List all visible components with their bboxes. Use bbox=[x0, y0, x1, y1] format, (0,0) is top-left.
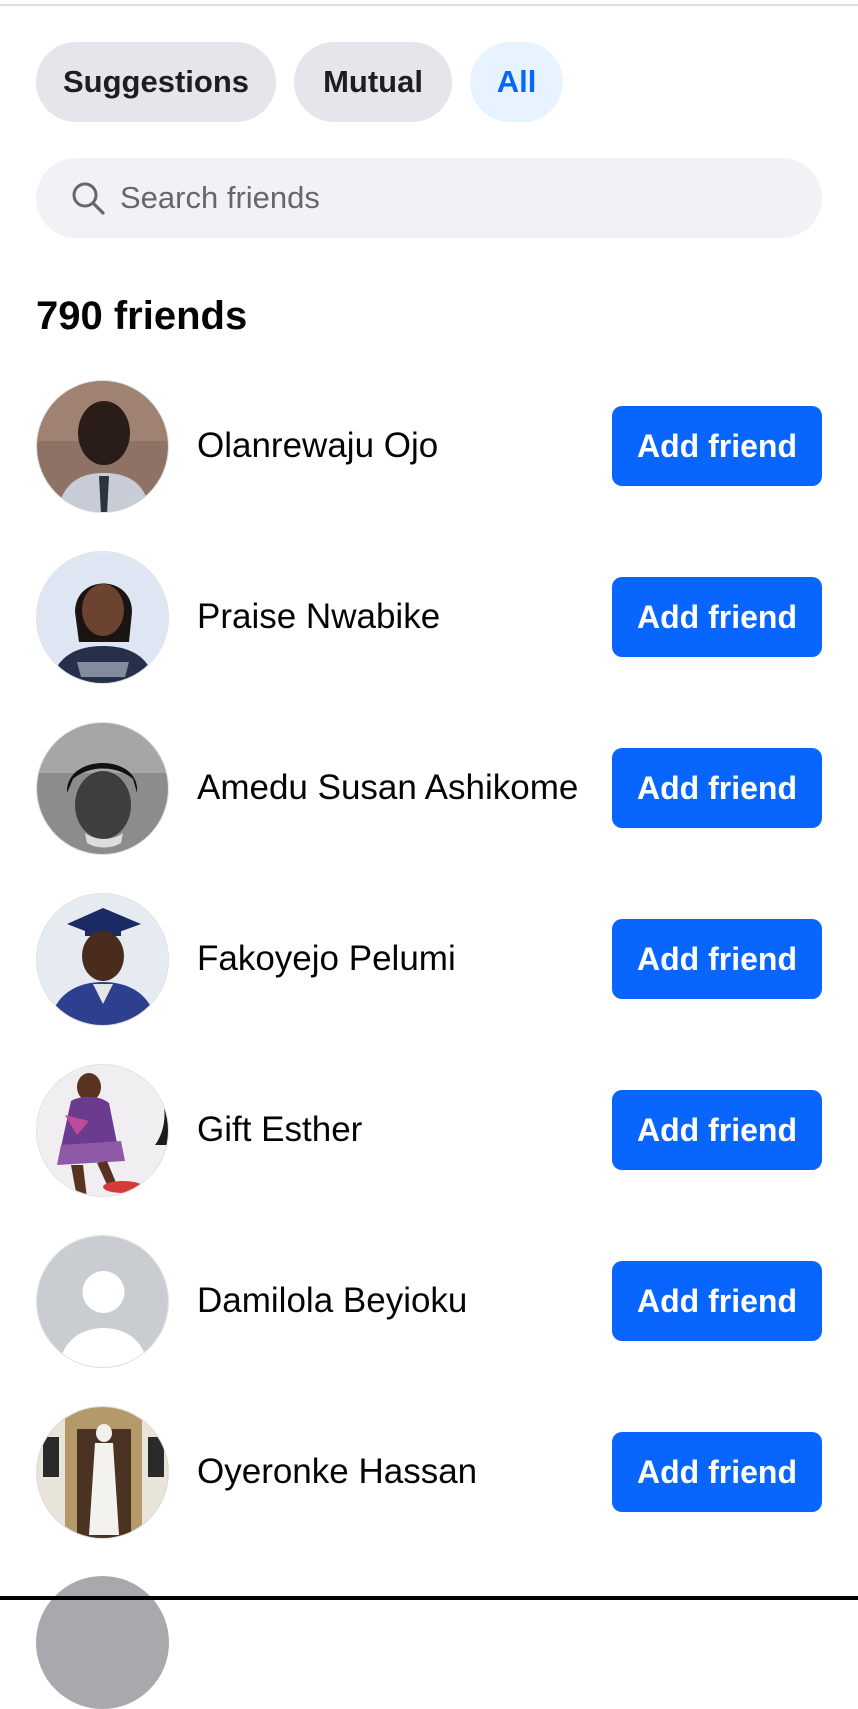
friend-row: Amedu Susan Ashikome Add friend bbox=[0, 722, 858, 893]
add-friend-button[interactable]: Add friend bbox=[612, 406, 822, 486]
friend-name[interactable]: Oyeronke Hassan bbox=[197, 1450, 587, 1494]
filter-chips: Suggestions Mutual All bbox=[36, 42, 563, 122]
add-friend-button[interactable]: Add friend bbox=[612, 919, 822, 999]
add-friend-button[interactable]: Add friend bbox=[612, 748, 822, 828]
avatar[interactable] bbox=[36, 722, 169, 855]
search-icon bbox=[72, 182, 105, 215]
avatar[interactable] bbox=[36, 893, 169, 1026]
friend-row: Olanrewaju Ojo Add friend bbox=[0, 380, 858, 551]
friend-row: Fakoyejo Pelumi Add friend bbox=[0, 893, 858, 1064]
chip-all[interactable]: All bbox=[470, 42, 563, 122]
avatar[interactable] bbox=[36, 380, 169, 513]
friend-name[interactable]: Olanrewaju Ojo bbox=[197, 424, 587, 468]
default-avatar-icon[interactable] bbox=[36, 1235, 169, 1368]
add-friend-button[interactable]: Add friend bbox=[612, 577, 822, 657]
add-friend-button[interactable]: Add friend bbox=[612, 1261, 822, 1341]
friend-name[interactable]: Amedu Susan Ashikome bbox=[197, 766, 587, 810]
add-friend-button[interactable]: Add friend bbox=[612, 1432, 822, 1512]
friend-name[interactable]: Praise Nwabike bbox=[197, 595, 587, 639]
friend-row: Oyeronke Hassan Add friend bbox=[0, 1406, 858, 1577]
friend-name[interactable]: Fakoyejo Pelumi bbox=[197, 937, 587, 981]
search-input[interactable] bbox=[120, 180, 760, 216]
avatar[interactable] bbox=[36, 551, 169, 684]
bottom-edge bbox=[0, 1596, 858, 1600]
friends-count: 790 friends bbox=[36, 294, 248, 338]
friend-name[interactable]: Damilola Beyioku bbox=[197, 1279, 587, 1323]
friend-row: Praise Nwabike Add friend bbox=[0, 551, 858, 722]
friend-row: Gift Esther Add friend bbox=[0, 1064, 858, 1235]
add-friend-button[interactable]: Add friend bbox=[612, 1090, 822, 1170]
avatar[interactable] bbox=[36, 1406, 169, 1539]
friend-list: Olanrewaju Ojo Add friend Praise Nwabike… bbox=[0, 380, 858, 1577]
avatar[interactable] bbox=[36, 1064, 169, 1197]
friend-row: Damilola Beyioku Add friend bbox=[0, 1235, 858, 1406]
search-bar[interactable] bbox=[36, 158, 822, 238]
chip-suggestions[interactable]: Suggestions bbox=[36, 42, 276, 122]
friend-name[interactable]: Gift Esther bbox=[197, 1108, 587, 1152]
chip-mutual[interactable]: Mutual bbox=[294, 42, 452, 122]
top-divider bbox=[0, 4, 858, 6]
